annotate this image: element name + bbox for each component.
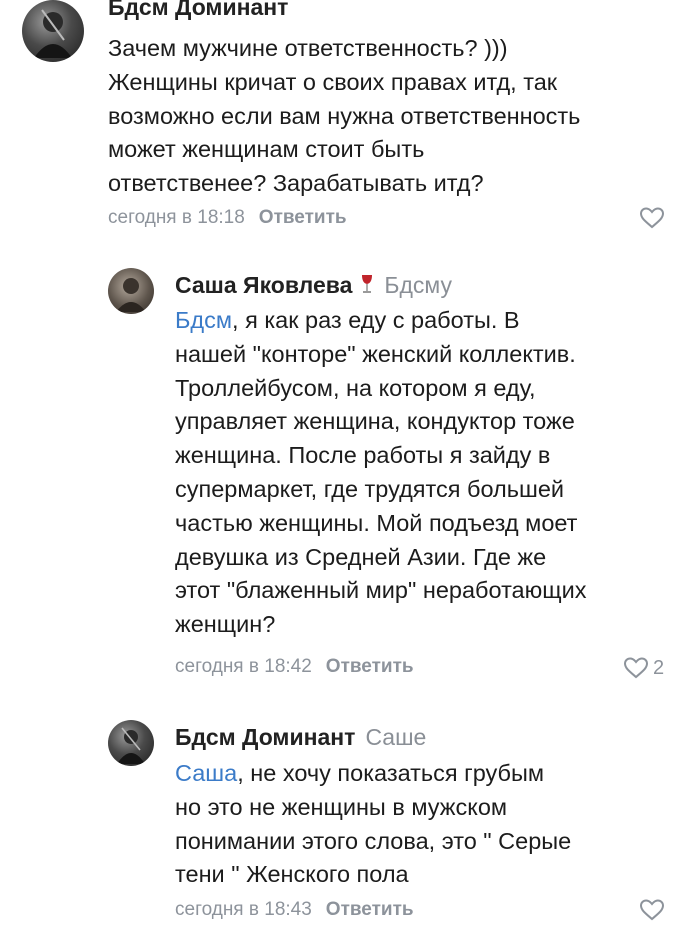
reply-button[interactable]: Ответить bbox=[259, 207, 347, 228]
like-count: 2 bbox=[653, 656, 665, 679]
avatar[interactable] bbox=[108, 720, 154, 766]
comment-time: сегодня в 18:18 bbox=[108, 207, 245, 228]
comment-text: Саша, не хочу показаться грубым но это н… bbox=[175, 757, 675, 892]
comment-author: Саша Яковлева Бдсму bbox=[175, 272, 452, 301]
reply-to-name[interactable]: Саше bbox=[365, 724, 426, 750]
reply-button[interactable]: Ответить bbox=[326, 899, 414, 920]
comment-meta: сегодня в 18:43 Ответить bbox=[175, 899, 414, 921]
comment-author: Бдсм Доминант Саше bbox=[175, 724, 426, 751]
comment-meta: сегодня в 18:18 Ответить bbox=[108, 207, 347, 229]
author-name[interactable]: Бдсм Доминант bbox=[175, 724, 355, 750]
comment-body: , я как раз еду с работы. В нашей "конто… bbox=[175, 307, 587, 638]
comment-time: сегодня в 18:43 bbox=[175, 899, 312, 920]
comment-text: Зачем мужчине ответственность? ))) Женщи… bbox=[108, 35, 581, 197]
mention-link[interactable]: Саша bbox=[175, 760, 237, 786]
comment-meta: сегодня в 18:42 Ответить bbox=[175, 656, 414, 678]
comment-text: Бдсм, я как раз еду с работы. В нашей "к… bbox=[175, 304, 675, 642]
heart-outline-icon bbox=[639, 207, 665, 229]
heart-outline-icon bbox=[623, 657, 649, 679]
comment-author[interactable]: Бдсм Доминант bbox=[108, 0, 288, 21]
like-button[interactable] bbox=[639, 898, 665, 922]
heart-outline-icon bbox=[639, 899, 665, 921]
like-button[interactable]: 2 bbox=[623, 656, 664, 680]
reply-button[interactable]: Ответить bbox=[326, 656, 414, 677]
avatar[interactable] bbox=[22, 0, 84, 62]
avatar[interactable] bbox=[108, 268, 154, 314]
like-button[interactable] bbox=[639, 206, 665, 230]
author-name[interactable]: Саша Яковлева bbox=[175, 272, 352, 298]
reply-to-name[interactable]: Бдсму bbox=[384, 272, 452, 298]
mention-link[interactable]: Бдсм bbox=[175, 307, 232, 333]
wine-glass-icon bbox=[360, 273, 374, 301]
comment-time: сегодня в 18:42 bbox=[175, 656, 312, 677]
